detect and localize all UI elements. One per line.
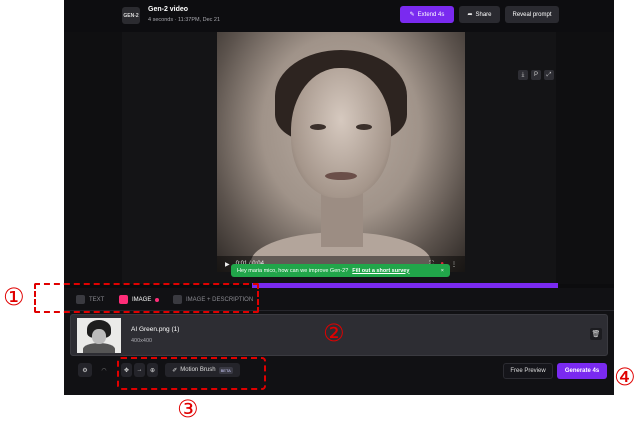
share-button[interactable]: ➦ Share xyxy=(459,6,500,23)
pin-icon[interactable]: P xyxy=(531,70,541,80)
video-stage: ▶ 0:01 / 0:04 ⛶ ● ⋮ ⤓ P ⤢ xyxy=(64,32,614,284)
more-icon[interactable]: ⋮ xyxy=(451,261,457,268)
reveal-label: Reveal prompt xyxy=(512,11,552,18)
video-subtitle: 4 seconds · 11:37PM, Dec 21 xyxy=(148,17,221,23)
stage-margin-right xyxy=(556,32,614,284)
free-preview-button[interactable]: Free Preview xyxy=(503,363,553,379)
trash-icon[interactable]: 🗑 xyxy=(590,328,602,340)
portrait-eye-right xyxy=(356,124,372,130)
image-file-name: AI Green.png (1) xyxy=(131,326,180,333)
download-icon[interactable]: ⤓ xyxy=(518,70,528,80)
survey-link[interactable]: Fill out a short survey xyxy=(352,268,409,274)
video-player[interactable]: ▶ 0:01 / 0:04 ⛶ ● ⋮ xyxy=(217,32,465,272)
annotation-box-1 xyxy=(34,283,259,313)
speed-icon[interactable]: ◠ xyxy=(99,363,109,377)
survey-toast: Hey maria mico, how can we improve Gen-2… xyxy=(231,264,450,277)
annotation-box-3 xyxy=(117,357,266,390)
image-dimensions: 400x400 xyxy=(131,338,153,344)
extend-label: Extend 4s xyxy=(417,11,445,18)
reveal-prompt-button[interactable]: Reveal prompt xyxy=(505,6,559,23)
portrait-lips xyxy=(325,172,357,180)
expand-icon[interactable]: ⤢ xyxy=(544,70,554,80)
annotation-number-3: ③ xyxy=(177,395,199,423)
annotation-number-2: ② xyxy=(323,319,345,347)
thumb-body xyxy=(83,343,115,353)
sliders-icon: ⚙ xyxy=(82,367,88,374)
extend-button[interactable]: ✎ Extend 4s xyxy=(400,6,454,23)
portrait-eye-left xyxy=(310,124,326,130)
generate-button[interactable]: Generate 4s xyxy=(557,363,607,379)
stage-margin-left xyxy=(64,32,122,284)
top-bar: GEN-2 Gen-2 video 4 seconds · 11:37PM, D… xyxy=(64,0,614,32)
video-title: Gen-2 video xyxy=(148,6,189,13)
wand-icon: ✎ xyxy=(409,12,415,18)
share-icon: ➦ xyxy=(467,12,473,18)
image-thumbnail xyxy=(77,318,121,353)
survey-message: Hey maria mico, how can we improve Gen-2… xyxy=(237,267,349,274)
video-side-actions: ⤓ P ⤢ xyxy=(518,70,554,80)
settings-sliders-button[interactable]: ⚙ xyxy=(78,363,92,377)
annotation-number-4: ④ xyxy=(614,363,636,391)
play-icon[interactable]: ▶ xyxy=(225,261,230,268)
thumb-face xyxy=(92,329,106,344)
close-icon[interactable]: × xyxy=(441,268,444,274)
annotation-number-1: ① xyxy=(3,283,25,311)
share-label: Share xyxy=(475,11,492,18)
gen2-badge: GEN-2 xyxy=(122,7,140,24)
